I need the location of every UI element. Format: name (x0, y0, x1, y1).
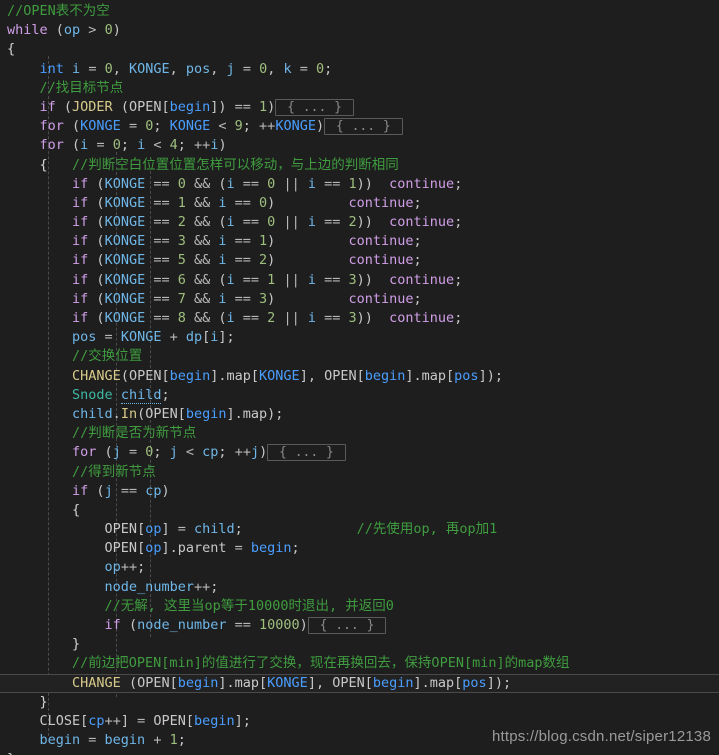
watermark-url: https://blog.csdn.net/siper12138 (491, 728, 711, 745)
code-line[interactable]: Snode child; (0, 386, 719, 405)
comment-token: //OPEN表不为空 (7, 3, 110, 19)
code-line[interactable]: { //判断空白位置位置怎样可以移动，与上边的判断相同 (0, 156, 719, 175)
code-line[interactable]: if (j == cp) (0, 482, 719, 501)
code-line[interactable]: child.In(OPEN[begin].map); (0, 405, 719, 424)
collapsed-region[interactable]: { ... } (267, 444, 346, 462)
code-line[interactable]: } (0, 635, 719, 654)
code-line[interactable]: if (KONGE == 0 && (i == 0 || i == 1)) co… (0, 175, 719, 194)
code-line[interactable]: for (i = 0; i < 4; ++i) (0, 136, 719, 155)
squiggle-identifier: child (120, 386, 162, 404)
code-line[interactable]: pos = KONGE + dp[i]; (0, 328, 719, 347)
code-line[interactable]: int i = 0, KONGE, pos, j = 0, k = 0; (0, 60, 719, 79)
code-line[interactable]: for (KONGE = 0; KONGE < 9; ++KONGE) { ..… (0, 117, 719, 136)
code-line[interactable]: if (KONGE == 6 && (i == 1 || i == 3)) co… (0, 271, 719, 290)
code-line[interactable]: if (KONGE == 2 && (i == 0 || i == 2)) co… (0, 213, 719, 232)
code-line[interactable]: //交换位置 (0, 347, 719, 366)
collapsed-region[interactable]: { ... } (307, 617, 387, 634)
code-line[interactable]: } (0, 693, 719, 712)
code-line[interactable]: if (KONGE == 1 && i == 0) continue; (0, 194, 719, 213)
code-line[interactable]: //无解, 这里当op等于10000时退出, 并返回0 (0, 597, 719, 616)
code-line[interactable]: if (node_number == 10000) { ... } (0, 616, 719, 635)
code-line[interactable]: OPEN[op] = child; //先使用op, 再op加1 (0, 520, 719, 539)
code-line[interactable]: //前边把OPEN[min]的值进行了交换，现在再换回去，保持OPEN[min]… (0, 654, 719, 673)
code-line[interactable]: if (KONGE == 7 && i == 3) continue; (0, 290, 719, 309)
code-line[interactable]: while (op > 0) (0, 21, 719, 40)
code-line[interactable]: if (KONGE == 3 && i == 1) continue; (0, 232, 719, 251)
code-line[interactable]: OPEN[op].parent = begin; (0, 539, 719, 558)
code-editor[interactable]: //OPEN表不为空 while (op > 0) { int i = 0, K… (0, 0, 719, 755)
code-line[interactable]: { (0, 501, 719, 520)
code-line[interactable]: for (j = 0; j < cp; ++j) { ... } (0, 443, 719, 462)
collapsed-region[interactable]: { ... } (275, 98, 354, 116)
code-line[interactable]: if (JODER (OPEN[begin]) == 1) { ... } (0, 98, 719, 117)
code-line[interactable]: CHANGE(OPEN[begin].map[KONGE], OPEN[begi… (0, 367, 719, 386)
code-line[interactable]: if (KONGE == 5 && i == 2) continue; (0, 251, 719, 270)
code-line[interactable]: //OPEN表不为空 (0, 2, 719, 21)
code-line[interactable]: op++; (0, 558, 719, 577)
code-content[interactable]: //OPEN表不为空 while (op > 0) { int i = 0, K… (0, 0, 719, 755)
code-line[interactable]: } (0, 750, 719, 755)
current-code-line[interactable]: CHANGE (OPEN[begin].map[KONGE], OPEN[beg… (0, 673, 719, 693)
code-line[interactable]: node_number++; (0, 578, 719, 597)
code-line[interactable]: //判断是否为新节点 (0, 424, 719, 443)
code-line[interactable]: { (0, 40, 719, 59)
code-line[interactable]: if (KONGE == 8 && (i == 2 || i == 3)) co… (0, 309, 719, 328)
code-line[interactable]: //找目标节点 (0, 79, 719, 98)
collapsed-region[interactable]: { ... } (324, 118, 403, 136)
code-line[interactable]: //得到新节点 (0, 463, 719, 482)
